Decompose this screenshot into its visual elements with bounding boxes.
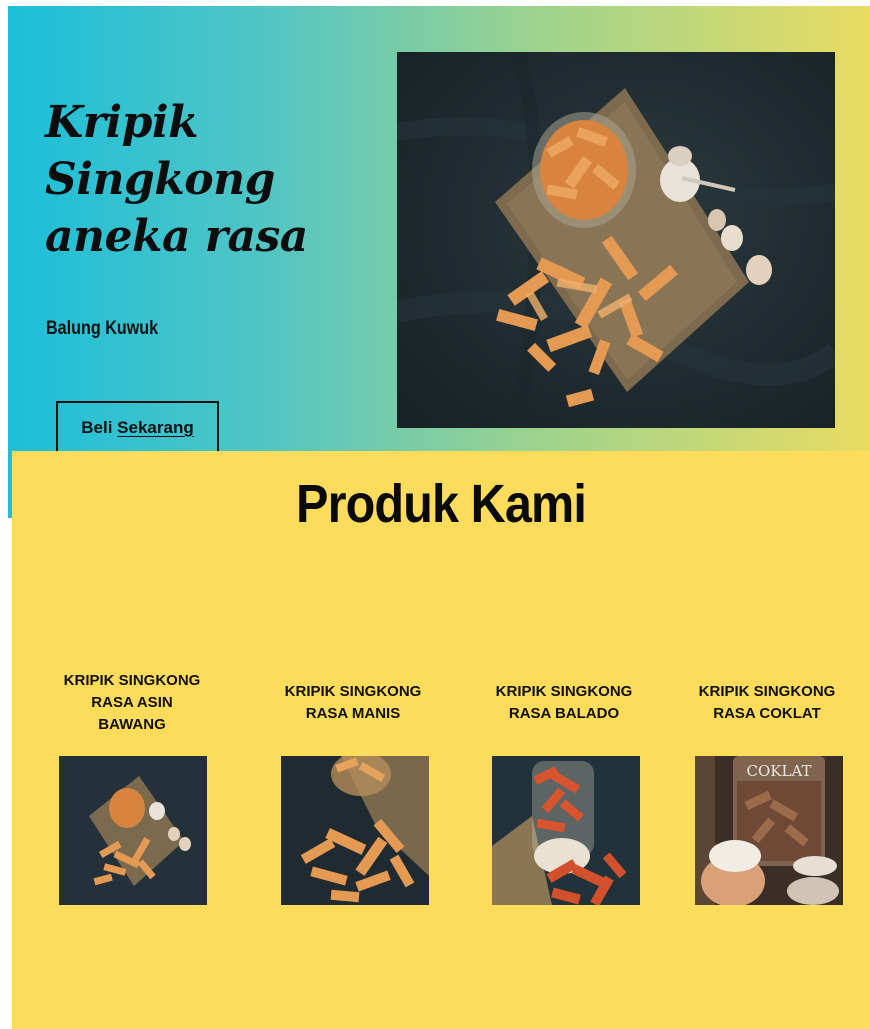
product-name-coklat: KRIPIK SINGKONG RASA COKLAT [672, 681, 862, 725]
hero-title: Kripik Singkong aneka rasa [45, 94, 308, 265]
product-name-line: KRIPIK SINGKONG [284, 683, 422, 700]
brand-name: Balung Kuwuk [46, 318, 159, 339]
coklat-photo: COKLAT [695, 756, 843, 905]
buy-now-label-plain: Beli [81, 418, 118, 437]
product-image-balado[interactable] [492, 756, 640, 905]
product-name-line: KRIPIK SINGKONG [698, 683, 836, 700]
product-name-line: RASA ASIN [91, 694, 173, 711]
product-name-line: KRIPIK SINGKONG [495, 683, 633, 700]
coklat-package-label: COKLAT [747, 762, 812, 780]
product-name-line: RASA BALADO [508, 705, 620, 722]
balado-photo [492, 756, 640, 905]
hero-title-line-3: aneka rasa [45, 211, 308, 262]
product-image-asin-bawang[interactable] [59, 756, 207, 905]
product-image-manis[interactable] [281, 756, 429, 905]
product-name-line: RASA COKLAT [713, 705, 821, 722]
product-name-manis: KRIPIK SINGKONG RASA MANIS [258, 681, 448, 725]
hero-section: Kripik Singkong aneka rasa Balung Kuwuk … [8, 6, 870, 518]
product-name-line: BAWANG [98, 716, 166, 733]
product-name-asin-bawang: KRIPIK SINGKONG RASA ASIN BAWANG [37, 670, 227, 736]
product-name-balado: KRIPIK SINGKONG RASA BALADO [469, 681, 659, 725]
products-heading: Produk Kami [296, 474, 587, 534]
products-section: Produk Kami KRIPIK SINGKONG RASA ASIN BA… [12, 451, 870, 1029]
product-name-line: KRIPIK SINGKONG [63, 672, 201, 689]
product-name-line: RASA MANIS [305, 705, 401, 722]
cassava-chips-photo [397, 52, 835, 428]
asin-bawang-photo [59, 756, 207, 905]
buy-now-button[interactable]: Beli Sekarang [56, 401, 219, 455]
buy-now-label-link: Sekarang [117, 418, 194, 437]
hero-product-photo [397, 52, 835, 428]
product-image-coklat[interactable]: COKLAT [695, 756, 843, 905]
hero-title-line-2: Singkong [45, 154, 275, 205]
manis-photo [281, 756, 429, 905]
hero-title-line-1: Kripik [45, 97, 199, 148]
